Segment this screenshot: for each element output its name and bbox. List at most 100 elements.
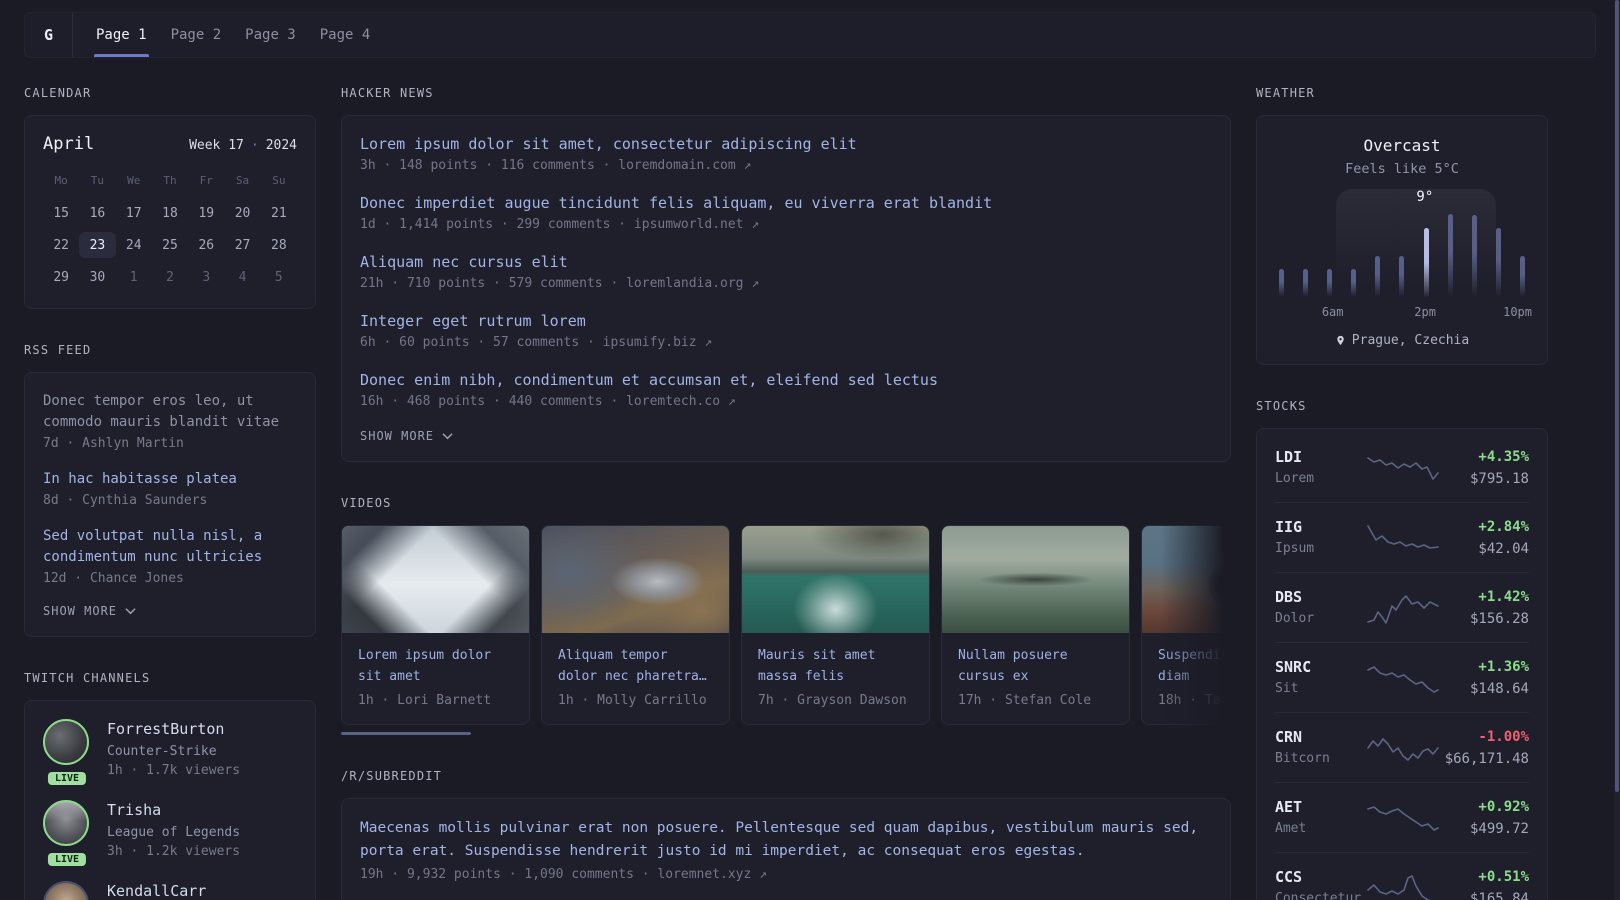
tab-page-4[interactable]: Page 4: [308, 13, 383, 57]
stock-price: $42.04: [1478, 541, 1529, 557]
stock-sparkline: [1367, 524, 1439, 549]
dashboard-page: G Page 1 Page 2 Page 3 Page 4 CALENDAR A…: [0, 0, 1620, 900]
video-thumbnail[interactable]: [342, 526, 529, 633]
channel-name[interactable]: Trisha: [107, 800, 240, 820]
calendar-date: 19: [198, 205, 215, 221]
weather-bar: [1495, 228, 1501, 297]
rss-show-more-button[interactable]: SHOW MORE: [43, 604, 297, 618]
show-more-label: SHOW MORE: [43, 604, 118, 618]
hn-item-meta[interactable]: 21h · 710 points · 579 comments · loreml…: [360, 273, 1212, 294]
weather-card: Overcast Feels like 5°C 9° 6am 2pm 10pm …: [1256, 115, 1548, 365]
weather-location-label: Prague, Czechia: [1351, 333, 1470, 348]
hn-item: Aliquam nec cursus elit 21h · 710 points…: [360, 252, 1212, 294]
stock-price: $499.72: [1469, 821, 1529, 837]
post-meta[interactable]: 19h · 9,932 points · 1,090 comments · lo…: [360, 864, 1212, 885]
avatar[interactable]: LIVE: [43, 719, 91, 785]
channel-category: League of Legends: [107, 825, 241, 840]
header: G Page 1 Page 2 Page 3 Page 4: [24, 12, 1596, 58]
weather-condition: Overcast: [1363, 136, 1441, 155]
tab-label: Page 1: [96, 27, 147, 43]
stock-row[interactable]: SNRC Sit +1.36% $148.64: [1275, 643, 1529, 713]
tab-page-3[interactable]: Page 3: [233, 13, 308, 57]
avatar[interactable]: [43, 881, 91, 900]
rss-item-meta: 7d · Ashlyn Martin: [43, 436, 184, 451]
time-label: 6am: [1321, 305, 1344, 319]
channel-avatar-image: [43, 719, 89, 765]
video-thumbnail[interactable]: [942, 526, 1129, 633]
stock-row[interactable]: AET Amet +0.92% $499.72: [1275, 783, 1529, 853]
post-title[interactable]: Maecenas mollis pulvinar erat non posuer…: [360, 817, 1212, 863]
calendar-date: 18: [162, 205, 178, 221]
channel-name[interactable]: ForrestBurton: [107, 719, 240, 739]
calendar-year: 2024: [265, 138, 297, 153]
video-card[interactable]: Aliquam tempor dolor nec pharetra… 1h · …: [541, 525, 730, 725]
video-title[interactable]: Suspendisse diam: [1158, 645, 1231, 687]
rss-item-title[interactable]: Donec tempor eros leo, ut commodo mauris…: [43, 391, 297, 433]
video-thumbnail[interactable]: [1142, 526, 1231, 633]
stock-row[interactable]: IIG Ipsum +2.84% $42.04: [1275, 503, 1529, 573]
stock-row[interactable]: CCS Consectetur +0.51% $165.84: [1275, 853, 1529, 900]
video-title[interactable]: Aliquam tempor dolor nec pharetra…: [558, 645, 713, 687]
rss-item: Donec tempor eros leo, ut commodo mauris…: [43, 391, 297, 454]
page-tabs: Page 1 Page 2 Page 3 Page 4: [73, 13, 382, 57]
dot-separator: ·: [250, 138, 259, 153]
stock-row[interactable]: LDI Lorem +4.35% $795.18: [1275, 433, 1529, 503]
channel-name[interactable]: KendallCarr: [107, 881, 206, 900]
video-thumbnail[interactable]: [742, 526, 929, 633]
video-title[interactable]: Lorem ipsum dolor sit amet consectetu…: [358, 645, 513, 687]
subreddit-post: Maecenas mollis pulvinar erat non posuer…: [360, 817, 1212, 885]
avatar[interactable]: LIVE: [43, 800, 91, 866]
stocks-widget: STOCKS LDI Lorem +4.35% $795.18 IIG Ipsu…: [1256, 399, 1548, 900]
calendar-date: 20: [234, 205, 251, 221]
stock-change: -1.00%: [1478, 729, 1529, 745]
live-badge: LIVE: [47, 853, 87, 866]
video-title[interactable]: Nullam posuere cursus ex: [958, 645, 1113, 687]
hn-item-meta[interactable]: 16h · 468 points · 440 comments · loremt…: [360, 391, 1212, 412]
video-card[interactable]: Mauris sit amet massa felis 7h · Grayson…: [741, 525, 930, 725]
page-scrollbar-track[interactable]: [1614, 0, 1620, 900]
channel-meta: 3h · 1.2k viewers: [107, 844, 241, 859]
twitch-channel-row[interactable]: KendallCarr: [43, 881, 297, 900]
hn-item-title[interactable]: Donec imperdiet augue tincidunt felis al…: [360, 193, 1212, 214]
section-label-subreddit: /R/SUBREDDIT: [341, 769, 443, 783]
hn-item-title[interactable]: Aliquam nec cursus elit: [360, 252, 1212, 273]
video-card[interactable]: Lorem ipsum dolor sit amet consectetu… 1…: [341, 525, 530, 725]
stock-name: Lorem: [1275, 471, 1315, 486]
rss-item-title[interactable]: Sed volutpat nulla nisl, a condimentum n…: [43, 526, 297, 568]
hn-item-title[interactable]: Donec enim nibh, condimentum et accumsan…: [360, 370, 1212, 391]
channel-avatar-image: [43, 800, 89, 846]
calendar-card: April Week 17 · 2024 Mo Tu We Th Fr Sa S…: [24, 115, 316, 309]
stock-row[interactable]: CRN Bitcorn -1.00% $66,171.48: [1275, 713, 1529, 783]
tab-page-1[interactable]: Page 1: [84, 13, 159, 57]
calendar-date: 24: [125, 237, 142, 253]
rss-item-title[interactable]: In hac habitasse platea: [43, 469, 297, 490]
time-label: 10pm: [1503, 305, 1533, 319]
section-label-twitch: TWITCH CHANNELS: [24, 671, 151, 685]
weather-bar: [1399, 255, 1405, 297]
hn-item-meta[interactable]: 3h · 148 points · 116 comments · loremdo…: [360, 155, 1212, 176]
hn-item-title[interactable]: Lorem ipsum dolor sit amet, consectetur …: [360, 134, 1212, 155]
twitch-channel-row[interactable]: LIVE Trisha League of Legends 3h · 1.2k …: [43, 800, 297, 866]
video-title[interactable]: Mauris sit amet massa felis: [758, 645, 913, 687]
logo[interactable]: G: [25, 13, 73, 57]
stock-symbol: AET: [1275, 798, 1303, 816]
calendar-date: 25: [162, 237, 178, 253]
stock-change: +1.42%: [1478, 589, 1529, 605]
video-card[interactable]: Nullam posuere cursus ex 17h · Stefan Co…: [941, 525, 1130, 725]
hn-item-meta[interactable]: 6h · 60 points · 57 comments · ipsumify.…: [360, 332, 1212, 353]
hn-item-meta[interactable]: 1d · 1,414 points · 299 comments · ipsum…: [360, 214, 1212, 235]
calendar-date: 28: [271, 237, 287, 253]
stock-sparkline: [1367, 805, 1439, 831]
video-card[interactable]: Suspendisse diam 18h · Tara: [1141, 525, 1231, 725]
twitch-channel-row[interactable]: LIVE ForrestBurton Counter-Strike 1h · 1…: [43, 719, 297, 785]
hn-show-more-button[interactable]: SHOW MORE: [360, 429, 1212, 443]
section-label-rss: RSS FEED: [24, 343, 92, 357]
page-scrollbar-thumb[interactable]: [1615, 0, 1619, 792]
stock-change: +2.84%: [1478, 519, 1529, 535]
weather-time-axis: 6am 2pm 10pm: [1275, 303, 1533, 321]
videos-horizontal-scrollbar[interactable]: [341, 732, 471, 735]
video-thumbnail[interactable]: [542, 526, 729, 633]
stock-row[interactable]: DBS Dolor +1.42% $156.28: [1275, 573, 1529, 643]
hn-item-title[interactable]: Integer eget rutrum lorem: [360, 311, 1212, 332]
tab-page-2[interactable]: Page 2: [159, 13, 234, 57]
